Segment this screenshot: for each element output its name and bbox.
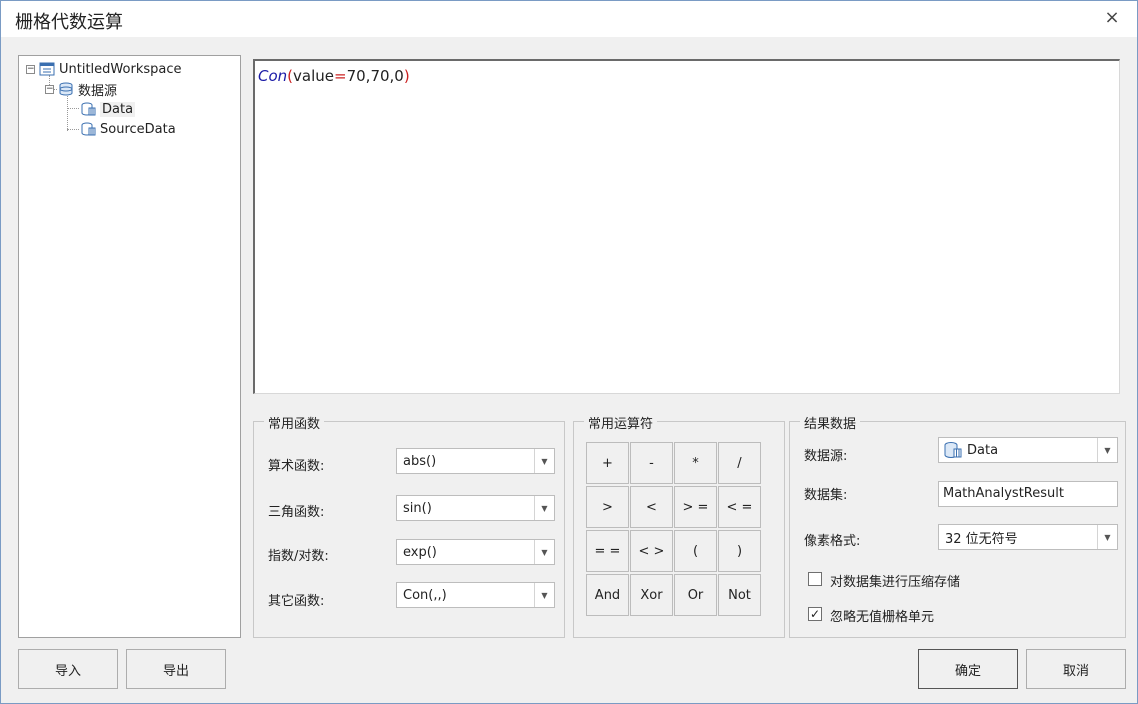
trig-label: 三角函数: bbox=[268, 505, 325, 520]
chevron-down-icon[interactable]: ▼ bbox=[534, 496, 554, 520]
tree-guide bbox=[67, 129, 79, 130]
exp-combo[interactable]: exp() ▼ bbox=[396, 539, 555, 565]
ignore-nodata-checkbox[interactable]: ✓ bbox=[808, 607, 822, 621]
ignore-nodata-label[interactable]: 忽略无值栅格单元 bbox=[830, 606, 934, 625]
result-datasource-label: 数据源: bbox=[804, 449, 848, 464]
arith-label: 算术函数: bbox=[268, 459, 325, 474]
operator-button[interactable]: * bbox=[674, 442, 717, 484]
tree-node-datasource[interactable]: − 数据源 bbox=[45, 80, 118, 99]
operator-button[interactable]: ( bbox=[674, 530, 717, 572]
pixel-format-value: 32 位无符号 bbox=[945, 531, 1018, 547]
collapse-icon[interactable]: − bbox=[45, 84, 54, 94]
operator-button[interactable]: Xor bbox=[630, 574, 673, 616]
compress-checkbox[interactable] bbox=[808, 572, 822, 586]
expression-text: Con(value=70,70,0) bbox=[258, 67, 410, 85]
operator-button[interactable]: Or bbox=[674, 574, 717, 616]
dataset-input[interactable]: MathAnalystResult bbox=[938, 481, 1118, 507]
import-button[interactable]: 导入 bbox=[18, 649, 118, 689]
raster-dataset-icon bbox=[81, 122, 96, 136]
operator-button[interactable]: - bbox=[630, 442, 673, 484]
dialog-window: 栅格代数运算 × − UntitledWorkspace − 数据源 Data … bbox=[0, 0, 1138, 704]
tree-node-workspace[interactable]: − UntitledWorkspace bbox=[26, 60, 181, 78]
expr-function: Con bbox=[258, 67, 288, 85]
group-title: 常用函数 bbox=[264, 413, 325, 432]
group-title: 结果数据 bbox=[800, 413, 861, 432]
group-title: 常用运算符 bbox=[584, 413, 658, 432]
operators-group: 常用运算符 + - * / > < > = < = = = < >() And Xor Or Not bbox=[573, 413, 785, 638]
result-datasource-value: Data bbox=[967, 442, 999, 458]
operator-button[interactable]: = = bbox=[586, 530, 629, 572]
tree-guide bbox=[67, 94, 68, 131]
pixel-format-combo[interactable]: 32 位无符号 ▼ bbox=[938, 524, 1118, 550]
datasource-icon bbox=[59, 82, 73, 96]
operator-button[interactable]: ) bbox=[718, 530, 761, 572]
other-value: Con(,,) bbox=[403, 587, 447, 603]
export-button[interactable]: 导出 bbox=[126, 649, 226, 689]
dialog-title: 栅格代数运算 bbox=[15, 12, 123, 33]
tree-node-sourcedata[interactable]: SourceData bbox=[80, 120, 176, 138]
other-combo[interactable]: Con(,,) ▼ bbox=[396, 582, 555, 608]
chevron-down-icon[interactable]: ▼ bbox=[534, 583, 554, 607]
tree-node-data[interactable]: Data bbox=[80, 100, 136, 118]
operator-button[interactable]: < = bbox=[718, 486, 761, 528]
compress-label[interactable]: 对数据集进行压缩存储 bbox=[830, 571, 960, 590]
operator-button[interactable]: / bbox=[718, 442, 761, 484]
datasource-icon bbox=[944, 442, 962, 458]
expr-rest: 70,70,0 bbox=[346, 67, 404, 85]
expr-arg: value bbox=[293, 67, 335, 85]
result-data-group: 结果数据 数据源: Data ▼ 数据集: MathAnalystResult … bbox=[789, 413, 1126, 638]
ok-button[interactable]: 确定 bbox=[918, 649, 1018, 689]
title-bar: 栅格代数运算 × bbox=[1, 1, 1137, 37]
cancel-button[interactable]: 取消 bbox=[1026, 649, 1126, 689]
operator-button[interactable]: > bbox=[586, 486, 629, 528]
common-functions-group: 常用函数 算术函数: abs() ▼ 三角函数: sin() ▼ 指数/对数: … bbox=[253, 413, 565, 638]
collapse-icon[interactable]: − bbox=[26, 64, 35, 74]
operator-button[interactable]: + bbox=[586, 442, 629, 484]
chevron-down-icon[interactable]: ▼ bbox=[1097, 525, 1117, 549]
exp-label: 指数/对数: bbox=[268, 549, 329, 564]
other-label: 其它函数: bbox=[268, 594, 325, 609]
workspace-tree[interactable]: − UntitledWorkspace − 数据源 Data SourceDat… bbox=[18, 55, 241, 638]
expr-equals: = bbox=[334, 67, 347, 85]
operator-button[interactable]: < bbox=[630, 486, 673, 528]
trig-combo[interactable]: sin() ▼ bbox=[396, 495, 555, 521]
tree-guide bbox=[67, 108, 79, 109]
operator-button[interactable]: > = bbox=[674, 486, 717, 528]
trig-value: sin() bbox=[403, 500, 432, 516]
tree-label-workspace: UntitledWorkspace bbox=[59, 61, 182, 77]
pixel-format-label: 像素格式: bbox=[804, 534, 861, 549]
arith-value: abs() bbox=[403, 453, 437, 469]
expression-editor[interactable]: Con(value=70,70,0) bbox=[253, 59, 1120, 394]
operator-button[interactable]: < > bbox=[630, 530, 673, 572]
arith-combo[interactable]: abs() ▼ bbox=[396, 448, 555, 474]
result-datasource-combo[interactable]: Data ▼ bbox=[938, 437, 1118, 463]
operator-button[interactable]: Not bbox=[718, 574, 761, 616]
exp-value: exp() bbox=[403, 544, 437, 560]
workspace-icon bbox=[39, 62, 55, 76]
dataset-label: 数据集: bbox=[804, 488, 848, 503]
close-icon[interactable]: × bbox=[1101, 7, 1123, 29]
tree-label-data: Data bbox=[100, 101, 136, 117]
tree-label-datasource: 数据源 bbox=[78, 83, 118, 99]
raster-dataset-icon bbox=[81, 102, 96, 116]
tree-label-sourcedata: SourceData bbox=[100, 121, 176, 137]
chevron-down-icon[interactable]: ▼ bbox=[534, 449, 554, 473]
expr-close-paren: ) bbox=[403, 67, 410, 85]
chevron-down-icon[interactable]: ▼ bbox=[534, 540, 554, 564]
chevron-down-icon[interactable]: ▼ bbox=[1097, 438, 1117, 462]
operator-button[interactable]: And bbox=[586, 574, 629, 616]
